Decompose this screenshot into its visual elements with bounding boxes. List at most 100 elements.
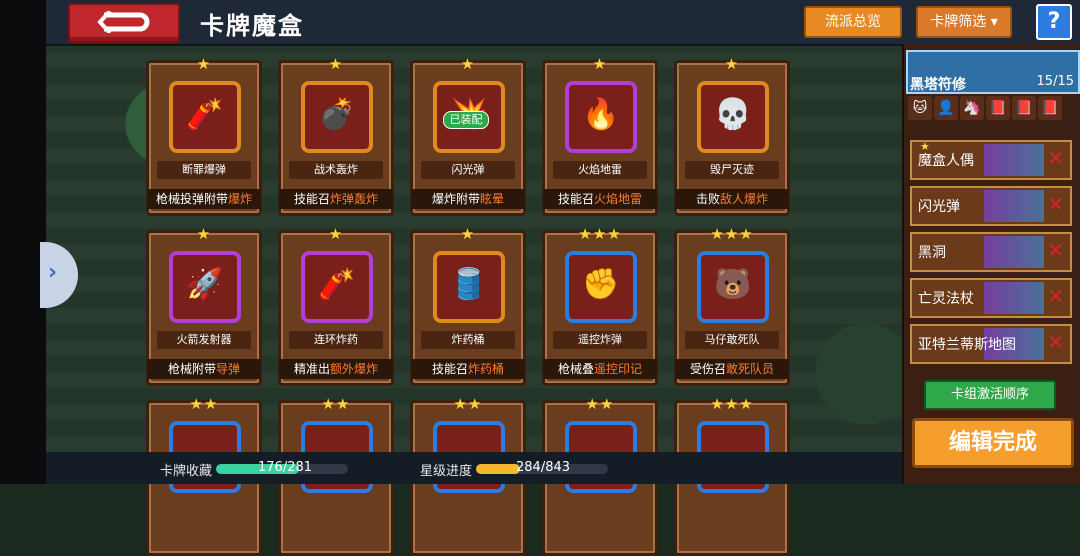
card-art-icon: 🧨	[318, 267, 356, 302]
card-item[interactable]: ★ 🔥 火焰地雷 技能召火焰地雷	[542, 55, 658, 216]
card-art-icon: 🔥	[582, 97, 620, 132]
card-description-text: 受伤召	[689, 362, 726, 376]
card-art-icon: 💣	[318, 97, 356, 132]
card-art-icon: 🚀	[186, 267, 224, 302]
card-item[interactable]: ★ 💣 战术轰炸技能召炸弹轰炸	[278, 55, 394, 216]
remove-card-icon[interactable]: ✕	[1047, 284, 1064, 308]
card-description-text: 精准出	[293, 362, 330, 376]
deck-member-icon: 📕	[1038, 96, 1062, 120]
deck-member-icon: 👤	[934, 96, 958, 120]
deck-member-icon: 📕	[986, 96, 1010, 120]
equipped-badge: 已装配	[443, 111, 489, 129]
star-progress-label: 星级进度	[420, 464, 473, 479]
card-description: 枪械叠遥控印记	[543, 359, 657, 379]
card-star-rating: ★	[592, 55, 608, 73]
card-description-text: 技能召	[557, 192, 594, 206]
card-item[interactable]: ★★★ 🐻 马仔敢死队受伤召敢死队员	[674, 225, 790, 386]
card-item[interactable]: ★ 🧨 断罪爆弹 枪械投弹附带爆炸	[146, 55, 262, 216]
deck-card-item[interactable]: 黑洞 ✕	[910, 232, 1072, 272]
card-name: 战术轰炸	[289, 161, 383, 179]
back-button[interactable]	[68, 3, 180, 43]
card-star-rating: ★	[328, 55, 344, 73]
card-art-frame: 💣	[301, 81, 373, 153]
card-star-rating: ★	[460, 55, 476, 73]
remove-card-icon[interactable]: ✕	[1047, 238, 1064, 262]
chevron-down-icon: ▾	[990, 14, 998, 30]
help-button[interactable]: ?	[1036, 4, 1072, 40]
card-description: 技能召炸药桶	[411, 359, 525, 379]
card-item[interactable]: ★ 💥已装配闪光弹爆炸附带眩晕	[410, 55, 526, 216]
collection-value: 176/281	[258, 460, 313, 475]
card-item[interactable]: ★ 💀 毁尸灭迹 击败敌人爆炸	[674, 55, 790, 216]
activation-order-button[interactable]: 卡组激活顺序	[924, 380, 1056, 410]
card-name: 火箭发射器	[157, 331, 251, 349]
card-art-icon: 🧨	[186, 97, 224, 132]
card-art-icon: 🐻	[714, 267, 752, 302]
card-star-rating: ★★	[321, 395, 351, 413]
star-progress-fill	[476, 464, 521, 474]
card-description-text: 技能召	[293, 192, 330, 206]
card-description-text: 枪械叠	[557, 362, 594, 376]
star-progress-value: 284/843	[516, 460, 571, 475]
card-art-icon: ✊	[582, 267, 620, 302]
card-description-highlight: 火焰地雷	[594, 192, 643, 206]
card-description-text: 爆炸附带	[431, 192, 480, 206]
remove-card-icon[interactable]: ✕	[1047, 146, 1064, 170]
deck-card-item[interactable]: 亚特兰蒂斯地图 ✕	[910, 324, 1072, 364]
card-description-highlight: 敌人爆炸	[720, 192, 769, 206]
card-description: 技能召火焰地雷	[543, 189, 657, 209]
page-title: 卡牌魔盒	[200, 12, 304, 40]
progress-footer: 卡牌收藏 176/281 星级进度 284/843	[46, 452, 902, 484]
card-description: 枪械投弹附带爆炸	[147, 189, 261, 209]
deck-member-icon: 🐱	[908, 96, 932, 120]
deck-card-item[interactable]: 亡灵法杖 ✕	[910, 278, 1072, 318]
card-description-highlight: 炸弹轰炸	[330, 192, 379, 206]
card-filter-dropdown[interactable]: 卡牌筛选 ▾	[916, 6, 1012, 38]
card-art-icon: 🛢️	[450, 267, 488, 302]
card-item[interactable]: ★ 🛢️ 炸药桶 技能召炸药桶	[410, 225, 526, 386]
deck-member-icon: 🦄	[960, 96, 984, 120]
card-star-rating: ★	[724, 55, 740, 73]
card-name: 闪光弹	[421, 161, 515, 179]
card-name: 断罪爆弹	[157, 161, 251, 179]
deck-card-label: 黑洞	[918, 245, 946, 261]
card-star-rating: ★★★	[578, 225, 622, 243]
card-star-rating: ★★	[189, 395, 219, 413]
deck-card-art	[984, 282, 1044, 314]
top-bar: 卡牌魔盒 流派总览 卡牌筛选 ▾ ?	[46, 0, 1080, 46]
card-description-highlight: 眩晕	[480, 192, 505, 206]
card-star-rating: ★	[460, 225, 476, 243]
deck-count: 15/15	[1036, 74, 1074, 89]
card-star-rating: ★★★	[710, 395, 754, 413]
school-overview-button[interactable]: 流派总览	[804, 6, 902, 38]
card-description-highlight: 爆炸	[228, 192, 253, 206]
card-star-rating: ★★	[453, 395, 483, 413]
card-name: 毁尸灭迹	[685, 161, 779, 179]
edit-done-button[interactable]: 编辑完成	[912, 418, 1074, 468]
card-art-frame: ✊	[565, 251, 637, 323]
card-description: 技能召炸弹轰炸	[279, 189, 393, 209]
card-item[interactable]: ★ 🚀 火箭发射器枪械附带导弹	[146, 225, 262, 386]
deck-card-art	[984, 236, 1044, 268]
card-description-text: 枪械投弹附带	[155, 192, 228, 206]
card-description: 受伤召敢死队员	[675, 359, 789, 379]
deck-card-item[interactable]: 闪光弹 ✕	[910, 186, 1072, 226]
card-star-rating: ★★★	[710, 225, 754, 243]
card-art-frame: 💥已装配	[433, 81, 505, 153]
deck-icon-row: 🐱 👤 🦄 📕 📕 📕	[908, 96, 1076, 124]
deck-card-item[interactable]: ★ 魔盒人偶 ✕	[910, 140, 1072, 180]
card-art-frame: 🚀	[169, 251, 241, 323]
card-description: 精准出额外爆炸	[279, 359, 393, 379]
deck-panel: 黑塔符修 15/15 🐱 👤 🦄 📕 📕 📕 ★ 魔盒人偶 ✕ 闪光弹 ✕ 黑洞 ✕ 亡灵法杖 ✕ 亚特兰蒂…	[902, 44, 1080, 484]
card-star-rating: ★	[196, 225, 212, 243]
remove-card-icon[interactable]: ✕	[1047, 330, 1064, 354]
deck-card-art	[984, 144, 1044, 176]
card-item[interactable]: ★★★ ✊ 遥控炸弹 枪械叠遥控印记	[542, 225, 658, 386]
card-description: 枪械附带导弹	[147, 359, 261, 379]
deck-header[interactable]: 黑塔符修 15/15	[906, 50, 1080, 94]
card-item[interactable]: ★ 🧨 连环炸药 精准出额外爆炸	[278, 225, 394, 386]
card-description-text: 击败	[695, 192, 720, 206]
card-description: 击败敌人爆炸	[675, 189, 789, 209]
card-name: 马仔敢死队	[685, 331, 779, 349]
remove-card-icon[interactable]: ✕	[1047, 192, 1064, 216]
